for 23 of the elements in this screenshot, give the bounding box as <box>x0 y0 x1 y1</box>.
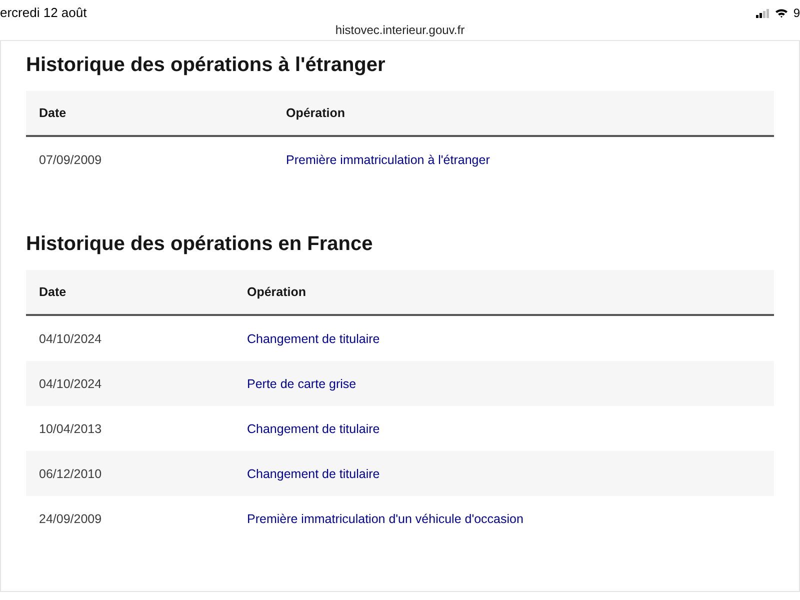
date-cell: 07/09/2009 <box>26 136 273 182</box>
signal-icon <box>756 8 770 18</box>
date-cell: 24/09/2009 <box>26 496 234 541</box>
date-cell: 04/10/2024 <box>26 315 234 361</box>
date-cell: 10/04/2013 <box>26 406 234 451</box>
operation-link[interactable]: Changement de titulaire <box>247 422 380 436</box>
date-cell: 06/12/2010 <box>26 451 234 496</box>
operation-link[interactable]: Première immatriculation à l'étranger <box>286 152 490 166</box>
operation-link[interactable]: Changement de titulaire <box>247 332 380 346</box>
url-text: histovec.interieur.gouv.fr <box>335 23 465 37</box>
operation-link[interactable]: Changement de titulaire <box>247 466 380 480</box>
battery-text: 9 <box>793 6 800 20</box>
column-header: Opération <box>234 270 774 315</box>
operation-link[interactable]: Première immatriculation d'un véhicule d'occasion <box>247 512 524 526</box>
column-header: Date <box>26 270 234 315</box>
column-header: Date <box>26 91 273 136</box>
wifi-icon <box>775 8 788 18</box>
column-header: Opération <box>273 91 774 136</box>
section-title: Historique des opérations à l'étranger <box>26 53 386 77</box>
section-title: Historique des opérations en France <box>26 232 374 256</box>
status-date: ercredi 12 août <box>0 5 87 20</box>
date-cell: 04/10/2024 <box>26 361 234 406</box>
operation-link[interactable]: Perte de carte grise <box>247 376 356 390</box>
